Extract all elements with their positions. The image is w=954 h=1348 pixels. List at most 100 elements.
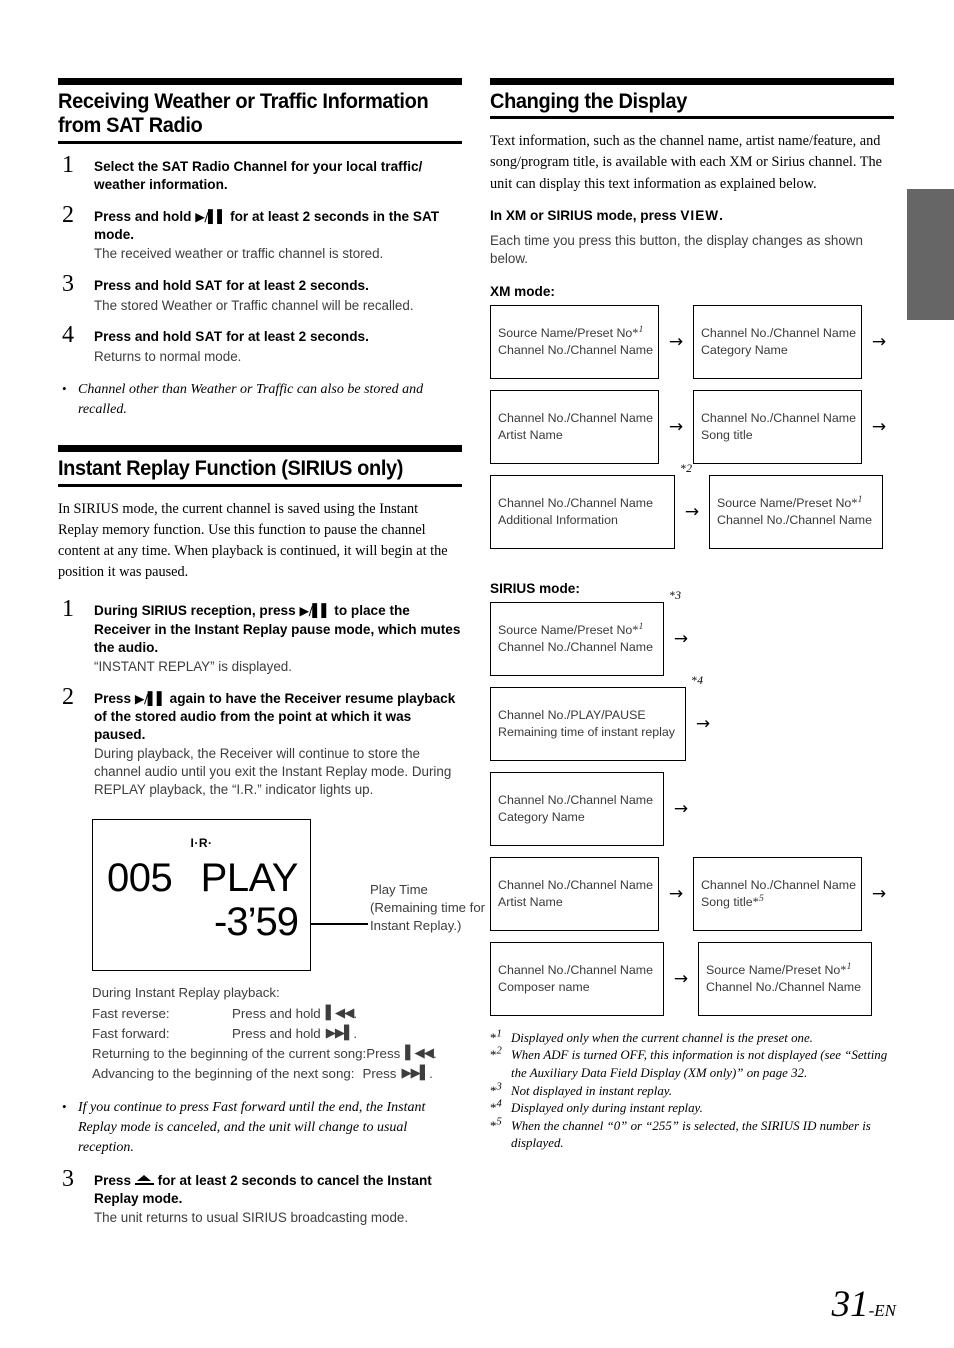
flow-box-text: Source Name/Preset No*1 Channel No./Chan… — [491, 622, 658, 655]
flow-box-text: Channel No./Channel Name Category Name — [694, 325, 861, 358]
step-title-pre: Press — [94, 690, 135, 706]
callout-leader-line — [311, 923, 368, 926]
key-list-header: During Instant Replay playback: — [92, 985, 280, 1001]
flow-arrow-icon: → — [673, 968, 689, 989]
footnote-marker-number: 1 — [496, 1028, 502, 1040]
flow-line: Channel No./Channel Name — [498, 963, 653, 978]
instruction-post: . — [719, 207, 723, 223]
footnote-list: *1 Displayed only when the current chann… — [490, 1028, 894, 1153]
key-list-tail: . — [353, 1005, 358, 1021]
step-item: 2 Press ▶/▌▌ again to have the Receiver … — [58, 685, 462, 799]
footnote-marker-number: 4 — [496, 1098, 502, 1110]
flow-box: Channel No./Channel Name Category Name — [490, 771, 664, 846]
footnote-text: Displayed only when the current channel … — [511, 1030, 813, 1045]
step-number: 1 — [62, 596, 74, 623]
note-item: • Channel other than Weather or Traffic … — [58, 380, 462, 420]
flow-line: Channel No./Channel Name — [498, 496, 653, 511]
note-text: If you continue to press Fast forward un… — [78, 1100, 426, 1156]
flow-line: Artist Name — [498, 894, 563, 909]
note-item: • If you continue to press Fast forward … — [58, 1098, 462, 1158]
flow-box: Channel No./Channel Name Artist Name — [490, 389, 659, 464]
flow-row: Channel No./Channel Name Artist Name → C… — [490, 389, 894, 464]
flow-row: Channel No./Channel Name Category Name → — [490, 771, 894, 846]
footnote-marker-number: 3 — [496, 1081, 502, 1093]
flow-line: Channel No./Channel Name — [700, 326, 856, 341]
flow-row: Channel No./Channel Name Additional Info… — [490, 463, 894, 549]
step-item: 1 Select the SAT Radio Channel for your … — [58, 153, 462, 194]
flow-box-text: Channel No./Channel Name Composer name — [491, 962, 658, 995]
key-list-row: Fast reverse: Press and hold ▌◀◀ . — [92, 1004, 462, 1024]
footnote-item: *2 When ADF is turned OFF, this informat… — [490, 1046, 894, 1082]
footnote-item: *4 Displayed only during instant replay. — [490, 1098, 894, 1118]
instruction-body: Each time you press this button, the dis… — [490, 232, 863, 266]
flow-box-text: Channel No./PLAY/PAUSE Remaining time of… — [491, 707, 680, 740]
key-list-row: Advancing to the beginning of the next s… — [92, 1064, 462, 1084]
step-title: Press and hold SAT for at least 2 second… — [94, 277, 462, 295]
flow-box: Channel No./PLAY/PAUSE Remaining time of… — [490, 675, 703, 761]
note-text: Channel other than Weather or Traffic ca… — [78, 381, 424, 417]
heading-bar-top — [58, 445, 462, 453]
step-title-pre: During SIRIUS reception, press — [94, 603, 300, 619]
flow-row: Channel No./Channel Name Artist Name → C… — [490, 856, 894, 931]
heading-bar-top — [490, 78, 894, 85]
step-body: The unit returns to usual SIRIUS broadca… — [94, 1210, 409, 1226]
footnote-item: *3 Not displayed in instant replay. — [490, 1081, 894, 1101]
flow-line: Source Name/Preset No*1 — [498, 621, 644, 638]
flow-row: Channel No./Channel Name Composer name →… — [490, 941, 894, 1016]
instruction-pre: In XM or SIRIUS mode, press — [490, 207, 681, 223]
flow-arrow-icon: → — [871, 416, 887, 437]
section-heading-weather-traffic: Receiving Weather or Traffic Information… — [58, 78, 462, 144]
flow-row: Source Name/Preset No*1 Channel No./Chan… — [490, 304, 894, 379]
section-edge-tab — [907, 189, 954, 320]
rewind-icon: ▌◀◀ — [325, 1005, 355, 1021]
key-list-label: Advancing to the beginning of the next s… — [92, 1066, 355, 1082]
key-list-row: Fast forward: Press and hold ▶▶▌ . — [92, 1024, 462, 1044]
flow-box: Channel No./Channel Name Additional Info… — [490, 463, 692, 549]
section-intro-paragraph: In SIRIUS mode, the current channel is s… — [58, 500, 448, 581]
flow-box: Channel No./Channel Name Category Name — [692, 304, 862, 379]
step-title: Press ▶/▌▌ again to have the Receiver re… — [94, 690, 462, 745]
flow-box-text: Channel No./Channel Name Additional Info… — [491, 495, 658, 528]
flow-line: Remaining time of instant replay — [498, 724, 675, 739]
flow-box: Source Name/Preset No*1 Channel No./Chan… — [698, 941, 872, 1016]
step-number: 4 — [62, 322, 74, 349]
step-item: 3 Press and hold SAT for at least 2 seco… — [58, 272, 462, 314]
key-list-label: Fast forward: — [92, 1025, 170, 1041]
step-body: The stored Weather or Traffic channel wi… — [94, 297, 414, 313]
step-title-pre: Press — [94, 1172, 135, 1188]
heading-text: Changing the Display — [490, 89, 687, 113]
page-number: 31-EN — [832, 1283, 896, 1326]
flow-line: Channel No./Channel Name — [498, 342, 653, 357]
footnote-item: *1 Displayed only when the current chann… — [490, 1028, 894, 1048]
flow-line: Source Name/Preset No*1 — [706, 961, 852, 978]
heading-bar-bottom — [58, 140, 462, 144]
flow-line: Additional Information — [498, 512, 618, 527]
footnote-marker: *4 — [490, 1098, 502, 1116]
play-pause-icon: ▶/▌▌ — [134, 690, 167, 706]
footnote-marker-number: 2 — [686, 462, 692, 475]
flow-box-text: Channel No./Channel Name Artist Name — [491, 410, 658, 443]
step-item: 3 Press for at least 2 seconds to cancel… — [58, 1167, 462, 1227]
step-number: 3 — [62, 271, 74, 298]
left-column: Receiving Weather or Traffic Information… — [58, 78, 485, 1227]
flow-arrow-icon: → — [871, 883, 887, 904]
flow-line: Channel No./Channel Name — [706, 979, 861, 994]
footnote-marker: *3 — [669, 589, 682, 602]
flow-line: Category Name — [498, 809, 585, 824]
flow-box: Channel No./Channel Name Song title — [692, 389, 862, 464]
flow-box-text: Source Name/Preset No*1 Channel No./Chan… — [491, 325, 658, 358]
step-title: During SIRIUS reception, press ▶/▌▌ to p… — [94, 602, 462, 657]
footnote-marker: *1 — [490, 1028, 502, 1045]
page-number-suffix: -EN — [868, 1301, 896, 1320]
flow-arrow-icon: → — [668, 883, 684, 904]
flow-line: Channel No./Channel Name — [498, 639, 653, 654]
flow-arrow-icon: → — [695, 713, 711, 734]
step-title-pre: Press and hold — [94, 329, 196, 345]
footnote-marker-number: 2 — [496, 1046, 502, 1058]
lcd-line-1: 005 PLAY — [107, 858, 299, 898]
footnote-marker: *4 — [691, 674, 704, 687]
xm-mode-label: XM mode: — [490, 283, 555, 299]
flow-line: Composer name — [498, 979, 590, 994]
step-number: 1 — [62, 151, 74, 178]
bullet-icon: • — [62, 1099, 67, 1115]
